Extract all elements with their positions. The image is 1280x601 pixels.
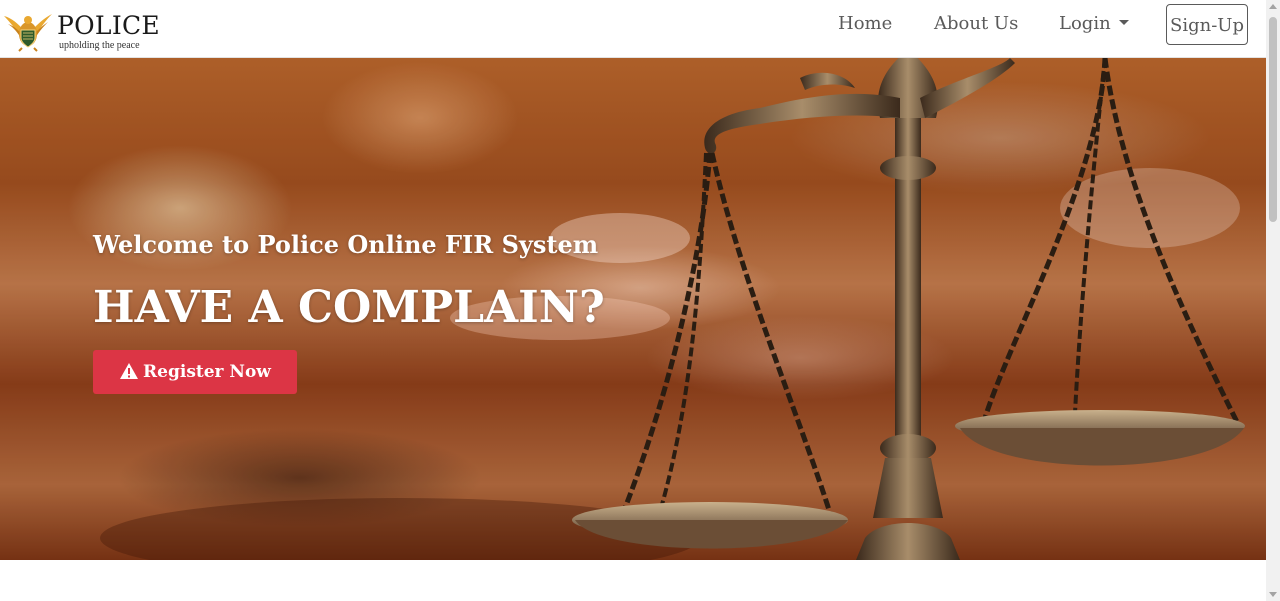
nav-login-label: Login bbox=[1059, 13, 1111, 34]
hero-headline: HAVE A COMPLAIN? bbox=[93, 282, 605, 333]
nav-about-link[interactable]: About Us bbox=[934, 13, 1018, 35]
scroll-down-icon[interactable] bbox=[1269, 592, 1277, 597]
nav-home-link[interactable]: Home bbox=[838, 13, 892, 35]
register-now-label: Register Now bbox=[143, 362, 271, 382]
navbar: POLICE upholding the peace Home About Us… bbox=[0, 0, 1266, 58]
scrollbar-thumb[interactable] bbox=[1269, 17, 1277, 222]
register-now-button[interactable]: Register Now bbox=[93, 350, 297, 394]
hero-welcome-text: Welcome to Police Online FIR System bbox=[93, 230, 599, 259]
brand-tagline: upholding the peace bbox=[59, 40, 140, 51]
page-scrollbar[interactable] bbox=[1266, 0, 1280, 601]
brand-name: POLICE bbox=[57, 11, 160, 40]
warning-icon bbox=[120, 363, 139, 379]
brand-link[interactable]: POLICE upholding the peace bbox=[2, 6, 162, 54]
nav-login-dropdown[interactable]: Login bbox=[1059, 13, 1129, 35]
signup-button[interactable]: Sign-Up bbox=[1166, 4, 1248, 45]
scroll-up-icon[interactable] bbox=[1269, 4, 1277, 9]
hero-banner: Welcome to Police Online FIR System HAVE… bbox=[0, 58, 1266, 560]
caret-down-icon bbox=[1118, 20, 1129, 25]
police-eagle-logo-icon bbox=[4, 14, 52, 52]
